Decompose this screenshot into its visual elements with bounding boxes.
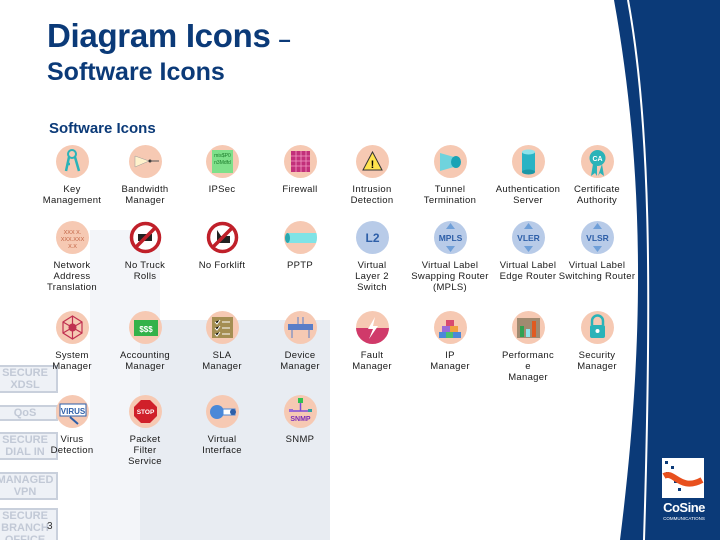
icon-item: IP Manager [405, 311, 495, 372]
svg-text:VLSR: VLSR [586, 233, 609, 243]
icon-item: Virtual Interface [177, 395, 267, 456]
icon-item: Security Manager [552, 311, 642, 372]
icon-label: No Forklift [198, 260, 246, 271]
svg-text:XXX.XXX: XXX.XXX [60, 237, 84, 243]
no-forklift-icon [206, 221, 239, 254]
icon-item: Fault Manager [327, 311, 417, 372]
icon-label: Virtual Label Swapping Router (MPLS) [411, 260, 489, 293]
interface-icon [205, 395, 239, 428]
stop-sign-icon: STOP [128, 395, 162, 428]
svg-text:CA: CA [592, 156, 602, 163]
firewall-icon [283, 145, 317, 178]
icon-label: Intrusion Detection [350, 184, 394, 206]
blocks-icon [433, 311, 467, 344]
snmp-icon: SNMP [283, 395, 317, 428]
svg-text:XXX X.: XXX X. [63, 230, 81, 236]
lightning-icon [355, 311, 389, 344]
page-title: Diagram Icons – [47, 17, 291, 54]
padlock-icon [580, 311, 614, 344]
bar-chart-icon [511, 311, 545, 344]
virus-icon: VIRUS [55, 395, 89, 428]
icon-label: Security Manager [577, 350, 617, 372]
svg-text:SNMP: SNMP [290, 416, 311, 423]
icon-item: SNMP SNMP [255, 395, 345, 445]
ipsec-icon: mis$P0 n3Mdfd [205, 145, 239, 178]
no-truck-icon [129, 221, 162, 254]
logo-subtitle: COMMUNICATIONS [663, 516, 705, 521]
icon-item: ! Intrusion Detection [327, 145, 417, 206]
checklist-icon [205, 311, 239, 344]
key-icon [55, 145, 89, 178]
page-number: 3 [47, 521, 53, 532]
svg-text:$$$: $$$ [139, 325, 153, 334]
cosine-logo-icon [662, 458, 704, 498]
device-icon [283, 311, 317, 344]
svg-text:L2: L2 [365, 231, 379, 245]
network-icon [55, 311, 89, 344]
svg-text:mis$P0: mis$P0 [214, 153, 231, 159]
icon-item: No Forklift [177, 221, 267, 271]
svg-text:X.X: X.X [68, 244, 77, 250]
icon-item: Tunnel Termination [405, 145, 495, 206]
icon-label: IP Manager [430, 350, 470, 372]
bg-sign: MANAGED VPN [0, 472, 58, 500]
icon-label: Tunnel Termination [423, 184, 477, 206]
bandwidth-icon [128, 145, 162, 178]
warning-icon: ! [355, 145, 389, 178]
icon-label: SLA Manager [202, 350, 242, 372]
page-subtitle: Software Icons [47, 58, 225, 86]
svg-text:n3Mdfd: n3Mdfd [214, 160, 231, 166]
svg-text:MPLS: MPLS [438, 233, 462, 243]
mpls-icon: MPLS [433, 221, 467, 254]
icon-label: Virtual Layer 2 Switch [355, 260, 389, 293]
icon-label: Fault Manager [352, 350, 392, 372]
vlsr-icon: VLSR [580, 221, 614, 254]
icon-item: MPLS Virtual Label Swapping Router (MPLS) [405, 221, 495, 293]
icon-item: VLSR Virtual Label Switching Router [552, 221, 642, 282]
svg-text:VLER: VLER [517, 233, 540, 243]
svg-text:STOP: STOP [136, 409, 154, 416]
icon-item: mis$P0 n3Mdfd IPSec [177, 145, 267, 195]
logo-name: CoSine [663, 500, 705, 515]
pipe-icon [283, 221, 317, 254]
svg-text:VIRUS: VIRUS [60, 407, 85, 416]
database-icon [511, 145, 545, 178]
nat-icon: XXX X. XXX.XXX X.X [55, 221, 89, 254]
svg-text:!: ! [370, 159, 374, 171]
icon-label: Virtual Label Switching Router [558, 260, 636, 282]
icon-label: Virtual Interface [202, 434, 242, 456]
icon-label: IPSec [208, 184, 236, 195]
icon-label: SNMP [285, 434, 315, 445]
icon-label: Certificate Authority [573, 184, 621, 206]
icon-item: CA Certificate Authority [552, 145, 642, 206]
icon-item: L2 Virtual Layer 2 Switch [327, 221, 417, 293]
icon-item: SLA Manager [177, 311, 267, 372]
ribbon-icon: CA [580, 145, 614, 178]
vler-icon: VLER [511, 221, 545, 254]
money-icon: $$$ [128, 311, 162, 344]
l2-switch-icon: L2 [355, 221, 389, 254]
tunnel-icon [433, 145, 467, 178]
section-heading: Software Icons [49, 120, 156, 137]
